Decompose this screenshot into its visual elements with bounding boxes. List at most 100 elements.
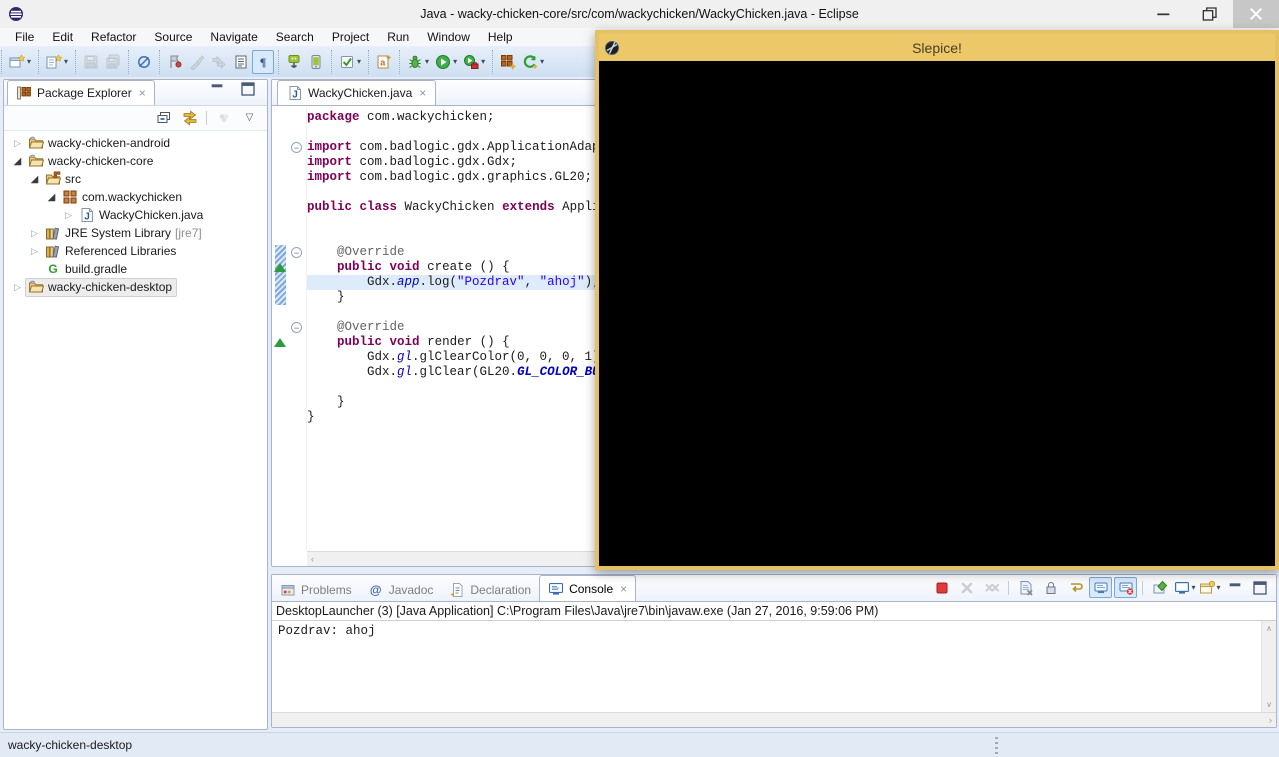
tree-item-referenced-libraries[interactable]: ▷ Referenced Libraries bbox=[4, 242, 267, 260]
tab-problems[interactable]: Problems bbox=[272, 578, 360, 601]
expander-icon[interactable]: ◢ bbox=[27, 174, 42, 185]
game-titlebar[interactable]: Slepice! bbox=[599, 34, 1275, 61]
tab-console[interactable]: Console × bbox=[539, 575, 637, 601]
editor-fold-column[interactable]: − − − bbox=[288, 106, 307, 551]
tree-item-wacky-chicken-desktop[interactable]: ▷ wacky-chicken-desktop bbox=[4, 277, 267, 297]
dropdown-arrow-icon[interactable]: ▾ bbox=[64, 57, 68, 66]
console-hscrollbar[interactable]: › bbox=[272, 712, 1276, 727]
gwt-compile-button[interactable]: ▾ bbox=[519, 50, 547, 74]
scroll-up-icon[interactable]: ∧ bbox=[1266, 624, 1272, 633]
menu-navigate[interactable]: Navigate bbox=[201, 28, 266, 46]
show-whitespace-button[interactable]: ¶ bbox=[252, 49, 275, 74]
new-wizard-button[interactable]: ▾ bbox=[6, 50, 34, 74]
show-stderr-button[interactable] bbox=[1114, 577, 1137, 598]
close-icon[interactable]: × bbox=[620, 582, 627, 596]
close-icon[interactable]: × bbox=[419, 86, 426, 100]
dropdown-arrow-icon[interactable]: ▾ bbox=[357, 57, 361, 66]
new-java-project-button[interactable]: ▾ bbox=[43, 50, 71, 74]
fold-collapse-icon[interactable]: − bbox=[291, 322, 302, 333]
tab-javadoc[interactable]: @ Javadoc bbox=[360, 578, 442, 601]
menu-edit[interactable]: Edit bbox=[43, 28, 82, 46]
debug-button[interactable]: ▾ bbox=[404, 50, 432, 74]
tree-item-src[interactable]: ◢ src bbox=[4, 170, 267, 188]
tree-item-jre-system-library[interactable]: ▷ JRE System Library [jre7] bbox=[4, 224, 267, 242]
show-stdout-button[interactable] bbox=[1089, 577, 1112, 598]
tab-declaration[interactable]: Declaration bbox=[441, 578, 539, 601]
clear-console-button[interactable] bbox=[1014, 577, 1037, 598]
scroll-right-icon[interactable]: › bbox=[1269, 715, 1272, 725]
console-vscrollbar[interactable]: ∧ ∨ bbox=[1261, 621, 1276, 712]
word-wrap-button[interactable] bbox=[1064, 577, 1087, 598]
toolbar-separator bbox=[1008, 580, 1009, 595]
scroll-lock-button[interactable] bbox=[1039, 577, 1062, 598]
tab-package-explorer[interactable]: Package Explorer × bbox=[7, 80, 155, 105]
link-with-editor-button[interactable] bbox=[178, 108, 201, 129]
pin-console-button[interactable] bbox=[1148, 577, 1171, 598]
toolbar-separator bbox=[1142, 580, 1143, 595]
dropdown-arrow-icon[interactable]: ▾ bbox=[425, 57, 429, 66]
expander-icon[interactable]: ◢ bbox=[44, 192, 59, 203]
scroll-left-icon[interactable]: ‹ bbox=[311, 554, 314, 564]
android-sdk-manager-button[interactable] bbox=[283, 50, 305, 74]
dropdown-arrow-icon[interactable]: ▾ bbox=[1217, 583, 1221, 592]
tree-item-com-wackychicken[interactable]: ◢ com.wackychicken bbox=[4, 188, 267, 206]
expander-icon[interactable]: ▷ bbox=[27, 246, 42, 257]
new-android-xml-button[interactable]: a bbox=[373, 50, 395, 74]
tree-item-wacky-chicken-android[interactable]: ▷ wacky-chicken-android bbox=[4, 134, 267, 152]
editor-ruler[interactable] bbox=[272, 106, 288, 551]
game-window[interactable]: Slepice! bbox=[595, 30, 1279, 570]
window-close-button[interactable] bbox=[1233, 0, 1279, 28]
window-restore-button[interactable] bbox=[1187, 0, 1233, 28]
window-minimize-button[interactable] bbox=[1141, 0, 1187, 28]
view-dropdown-button[interactable]: ▽ bbox=[238, 108, 261, 129]
dropdown-arrow-icon[interactable]: ▾ bbox=[481, 57, 485, 66]
terminate-button[interactable] bbox=[930, 577, 953, 598]
menu-help[interactable]: Help bbox=[479, 28, 522, 46]
console-minimize-button[interactable] bbox=[1223, 577, 1246, 598]
menu-project[interactable]: Project bbox=[323, 28, 378, 46]
java-ee-button[interactable] bbox=[497, 50, 519, 74]
menu-window[interactable]: Window bbox=[418, 28, 479, 46]
skip-all-breakpoints-button[interactable] bbox=[133, 50, 155, 74]
view-maximize-icon bbox=[240, 81, 256, 97]
menu-file[interactable]: File bbox=[6, 28, 43, 46]
expander-icon[interactable]: ◢ bbox=[10, 156, 25, 167]
console-output[interactable]: Pozdrav: ahoj bbox=[272, 621, 1260, 712]
run-last-tool-button[interactable]: ▾ bbox=[336, 50, 364, 74]
open-console-button[interactable]: ▾ bbox=[1198, 577, 1221, 598]
open-type-button[interactable] bbox=[230, 50, 252, 74]
avd-manager-button[interactable] bbox=[305, 50, 327, 74]
dropdown-arrow-icon[interactable]: ▾ bbox=[453, 57, 457, 66]
menu-search[interactable]: Search bbox=[267, 28, 323, 46]
tab-wackychicken-java[interactable]: J WackyChicken.java × bbox=[277, 80, 437, 105]
breakpoint-flag-button[interactable] bbox=[164, 50, 186, 74]
expander-icon[interactable]: ▷ bbox=[10, 282, 25, 293]
expander-icon[interactable]: ▷ bbox=[10, 138, 25, 149]
game-client-area[interactable] bbox=[599, 61, 1275, 566]
display-console-button[interactable]: ▾ bbox=[1173, 577, 1196, 598]
expander-icon[interactable]: ▷ bbox=[27, 228, 42, 239]
close-icon[interactable]: × bbox=[139, 86, 146, 100]
run-button[interactable]: ▾ bbox=[432, 50, 460, 74]
package-explorer-header: Package Explorer × bbox=[4, 80, 267, 105]
status-splitter-handle[interactable] bbox=[995, 737, 998, 754]
console-maximize-button[interactable] bbox=[1248, 577, 1271, 598]
scroll-down-icon[interactable]: ∨ bbox=[1266, 700, 1272, 709]
menu-run[interactable]: Run bbox=[378, 28, 418, 46]
tree-item-wackychicken-java[interactable]: ▷ J WackyChicken.java bbox=[4, 206, 267, 224]
view-minimize-button[interactable] bbox=[205, 78, 228, 99]
menu-refactor[interactable]: Refactor bbox=[82, 28, 145, 46]
debug-icon bbox=[407, 54, 423, 70]
tree-item-wacky-chicken-core[interactable]: ◢ wacky-chicken-core bbox=[4, 152, 267, 170]
fold-collapse-icon[interactable]: − bbox=[291, 247, 302, 258]
menu-source[interactable]: Source bbox=[145, 28, 201, 46]
dropdown-arrow-icon[interactable]: ▾ bbox=[540, 57, 544, 66]
dropdown-arrow-icon[interactable]: ▾ bbox=[1192, 583, 1196, 592]
collapse-all-button[interactable] bbox=[152, 108, 175, 129]
fold-collapse-icon[interactable]: − bbox=[291, 142, 302, 153]
dropdown-arrow-icon[interactable]: ▾ bbox=[27, 57, 31, 66]
tree-item-build-gradle[interactable]: Gbuild.gradle bbox=[4, 260, 267, 278]
external-tools-button[interactable]: ▾ bbox=[460, 50, 488, 74]
expander-icon[interactable]: ▷ bbox=[61, 210, 76, 221]
view-maximize-button[interactable] bbox=[236, 78, 259, 99]
